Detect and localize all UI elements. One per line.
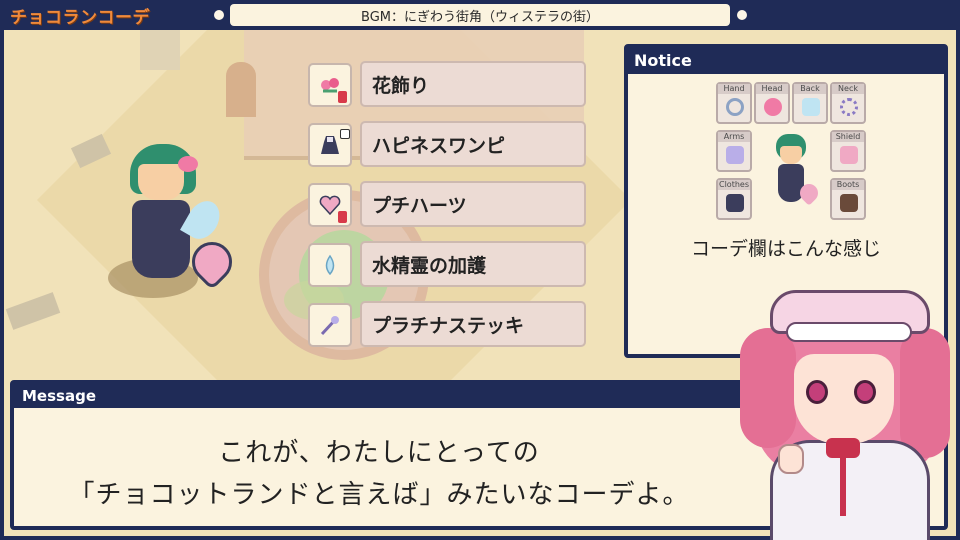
speaker-portrait [740, 268, 950, 540]
message-line: これが、わたしにとっての [218, 438, 540, 468]
flower-accessory-icon [764, 98, 782, 116]
notice-title: Notice [628, 48, 944, 74]
equip-slot-back[interactable]: Back [792, 82, 828, 124]
equip-slot-clothes[interactable]: Clothes [716, 178, 752, 220]
player-character-sprite[interactable] [108, 130, 248, 310]
equip-slot-boots[interactable]: Boots [830, 178, 866, 220]
equipment-row[interactable]: プチハーツ [308, 181, 586, 229]
equipment-row[interactable]: 水精霊の加護 [308, 241, 586, 289]
equip-slot-neck[interactable]: Neck [830, 82, 866, 124]
equipment-name: プラチナステッキ [360, 301, 586, 347]
bgm-dot-right [737, 10, 747, 20]
equipment-name: プチハーツ [360, 181, 586, 227]
equipment-name: ハピネスワンピ [360, 121, 586, 167]
equipment-name: 水精霊の加護 [360, 241, 586, 287]
character-preview [770, 134, 822, 214]
dress-icon [726, 194, 744, 212]
heart-shield-icon [308, 183, 352, 227]
flower-accessory-icon [178, 156, 198, 172]
building-door [226, 62, 256, 117]
equipment-row[interactable]: プラチナステッキ [308, 301, 586, 349]
water-spirit-icon [308, 243, 352, 287]
bgm-dot-left [214, 10, 224, 20]
necklace-icon [840, 98, 858, 116]
ring-icon [726, 98, 744, 116]
top-bar: チョコランコーデ BGM：にぎわう街角（ウィステラの街） [0, 0, 960, 30]
equip-slot-shield[interactable]: Shield [830, 130, 866, 172]
dress-icon [308, 123, 352, 167]
notice-caption: コーデ欄はこんな感じ [690, 238, 881, 260]
platinum-staff-icon [308, 303, 352, 347]
equip-slot-head[interactable]: Head [754, 82, 790, 124]
equipment-row[interactable]: ハピネスワンピ [308, 121, 586, 169]
heart-shield-icon [840, 146, 858, 164]
street-sign [140, 30, 180, 70]
platinum-staff-icon [726, 146, 744, 164]
flower-accessory-icon [308, 63, 352, 107]
equip-slot-hand[interactable]: Hand [716, 82, 752, 124]
bgm-banner: BGM：にぎわう街角（ウィステラの街） [230, 4, 730, 26]
equipment-row[interactable]: 花飾り [308, 61, 586, 109]
street-sign [5, 292, 61, 330]
equipment-name: 花飾り [360, 61, 586, 107]
message-line: 「チョコットランドと言えば」みたいなコーデよ。 [68, 480, 690, 510]
game-logo: チョコランコーデ [10, 8, 150, 28]
boots-icon [840, 194, 858, 212]
equip-slot-arms[interactable]: Arms [716, 130, 752, 172]
water-spirit-icon [802, 98, 820, 116]
